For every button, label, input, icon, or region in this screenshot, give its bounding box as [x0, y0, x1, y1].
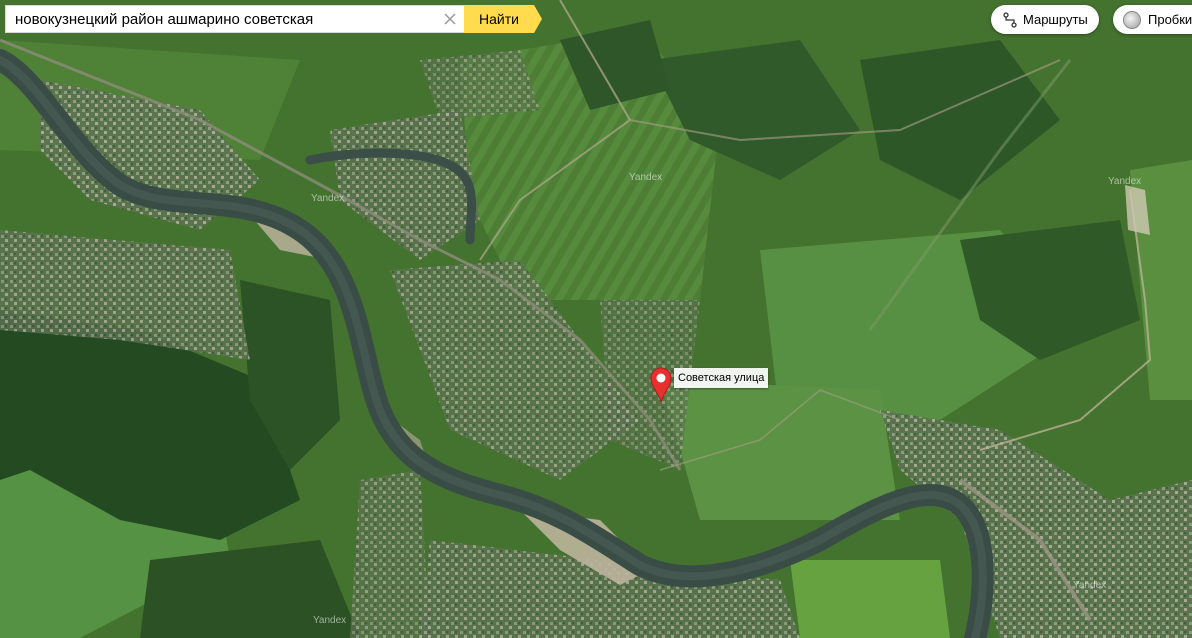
find-button-label: Найти	[479, 11, 519, 27]
search-input[interactable]	[6, 6, 431, 32]
routes-button[interactable]: Маршруты	[991, 5, 1099, 34]
placemark-label[interactable]: Советская улица	[674, 368, 769, 388]
routes-label: Маршруты	[1023, 12, 1088, 27]
satellite-map[interactable]	[0, 0, 1192, 638]
map-watermark: Yandex	[629, 172, 663, 183]
field-area	[790, 560, 950, 638]
field-area	[660, 380, 900, 520]
map-watermark: Yandex	[313, 615, 347, 626]
settlement-area	[350, 470, 430, 638]
traffic-label: Пробки	[1148, 12, 1192, 27]
search-box	[5, 5, 465, 33]
clear-icon[interactable]	[442, 11, 458, 27]
map-watermark: Yandex	[1108, 176, 1142, 187]
map-watermark: Yandex	[1073, 580, 1107, 591]
routes-icon	[1003, 11, 1017, 28]
map-watermark: Yandex	[311, 193, 345, 204]
traffic-light-icon	[1123, 10, 1141, 29]
settlement-area	[420, 50, 540, 120]
placemark-pin-icon[interactable]	[650, 367, 672, 403]
find-button[interactable]: Найти	[464, 5, 542, 33]
traffic-button[interactable]: Пробки	[1113, 5, 1192, 34]
